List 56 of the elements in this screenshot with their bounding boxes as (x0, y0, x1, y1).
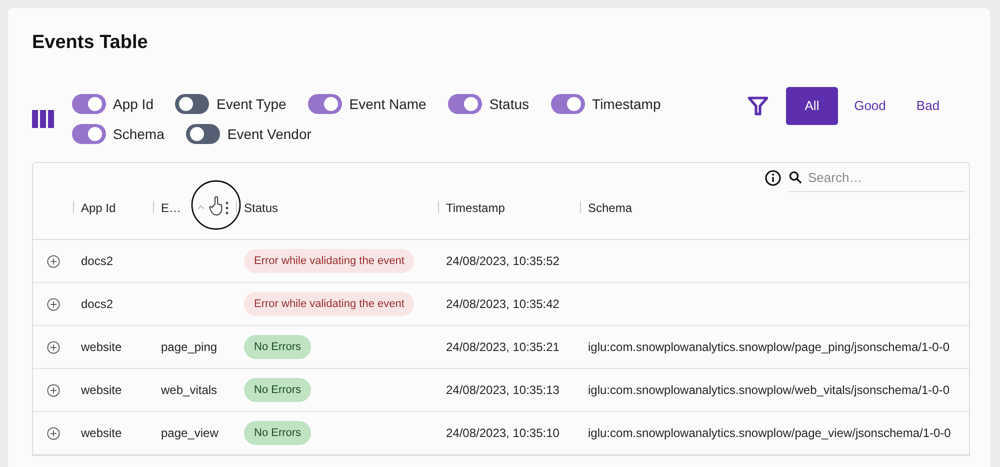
toggle-label: Timestamp (592, 96, 661, 112)
table-cell: docs2 (81, 297, 114, 311)
expand-icon[interactable] (46, 340, 60, 354)
toggle-switch[interactable] (186, 124, 220, 144)
column-header[interactable]: E… (161, 201, 182, 215)
status-pill: No Errors (244, 421, 312, 445)
table-cell: docs2 (81, 254, 114, 268)
filter-icon[interactable] (748, 96, 768, 116)
expand-icon[interactable] (46, 426, 60, 440)
table-cell: 24/08/2023, 10:35:13 (446, 383, 560, 397)
table-cell: website (81, 426, 122, 440)
toggle-switch[interactable] (448, 94, 482, 114)
search-field[interactable]: Search… (808, 170, 958, 185)
toggle-label: Event Name (349, 96, 426, 112)
toggle-switch[interactable] (72, 124, 106, 144)
table-cell: 24/08/2023, 10:35:52 (446, 254, 560, 268)
column-header[interactable]: Status (244, 201, 278, 215)
columns-icon[interactable] (32, 110, 54, 128)
expand-icon[interactable] (46, 254, 60, 268)
table-cell: page_view (161, 426, 218, 440)
table-cell: 24/08/2023, 10:35:10 (446, 426, 560, 440)
toggle-switch[interactable] (175, 94, 210, 114)
status-pill: Error while validating the event (244, 249, 414, 273)
table-cell: 24/08/2023, 10:35:42 (446, 297, 560, 311)
toggle-label: App Id (113, 96, 154, 112)
expand-icon[interactable] (46, 384, 60, 396)
table-cell: iglu:com.snowplowanalytics.snowplow/page_view/jsonschema/1-0-0 (588, 426, 951, 440)
toggle-label: Status (489, 96, 530, 112)
search-icon (789, 171, 802, 184)
toggle-label: Event Type (216, 96, 286, 112)
info-icon[interactable] (765, 170, 781, 186)
toggle-switch[interactable] (308, 94, 342, 114)
cursor-highlight-drawing (191, 180, 241, 230)
toggle-label: Event Vendor (227, 126, 312, 142)
status-pill: No Errors (244, 335, 312, 359)
toggle-switch[interactable] (72, 94, 106, 114)
table-cell: iglu:com.snowplowanalytics.snowplow/web_vitals/jsonschema/1-0-0 (588, 383, 950, 397)
table-cell: website (81, 383, 122, 397)
table-cell: website (81, 340, 122, 354)
table-cell: web_vitals (161, 383, 218, 397)
column-header[interactable]: Timestamp (446, 201, 505, 215)
table-cell: 24/08/2023, 10:35:21 (446, 340, 560, 354)
toggle-switch[interactable] (551, 94, 586, 114)
expand-icon[interactable] (46, 298, 60, 310)
column-header[interactable]: App Id (81, 201, 116, 215)
filter-tab[interactable]: Bad (902, 86, 954, 124)
kebab-menu-icon[interactable] (225, 201, 230, 215)
table-cell: iglu:com.snowplowanalytics.snowplow/page_ping/jsonschema/1-0-0 (588, 340, 950, 354)
toggle-label: Schema (113, 126, 164, 142)
table-cell: page_ping (161, 340, 218, 354)
status-pill: No Errors (244, 378, 312, 402)
filter-tab[interactable]: All (786, 86, 838, 124)
column-header[interactable]: Schema (588, 201, 632, 215)
status-pill: Error while validating the event (244, 292, 414, 316)
page-title: Events Table (32, 32, 149, 54)
filter-tab[interactable]: Good (844, 86, 896, 124)
